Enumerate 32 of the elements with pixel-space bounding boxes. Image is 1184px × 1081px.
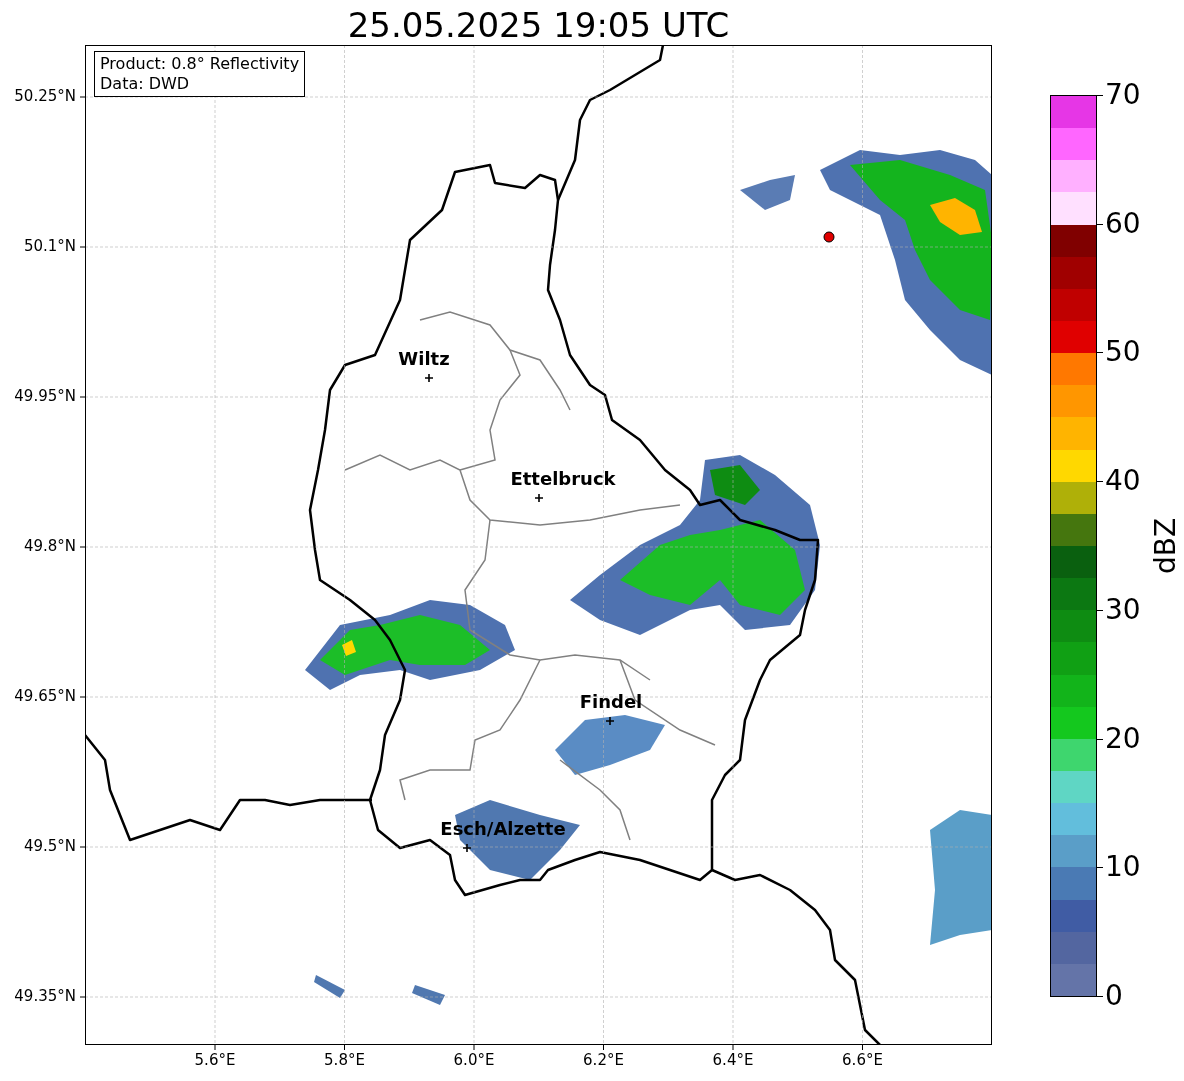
axis-tick-label: 6.4°E xyxy=(711,1053,755,1068)
colorbar-tick-label: 30 xyxy=(1105,595,1141,624)
axis-tick-label: 49.8°N xyxy=(22,539,76,554)
colorbar-tick-label: 0 xyxy=(1105,982,1123,1010)
axis-tick-label: 6.0°E xyxy=(452,1053,496,1068)
chart-title: 25.05.2025 19:05 UTC xyxy=(346,8,731,42)
axis-tick-label: 5.6°E xyxy=(193,1053,237,1068)
city-marker-icon xyxy=(463,844,471,852)
city-label: Findel xyxy=(579,693,643,711)
colorbar-tick-label: 50 xyxy=(1105,338,1141,367)
axis-tick-label: 49.95°N xyxy=(13,389,76,404)
colorbar-tick-label: 10 xyxy=(1105,853,1141,882)
axis-tick-label: 50.1°N xyxy=(22,239,76,254)
colorbar-tick-label: 70 xyxy=(1105,81,1141,109)
info-text: Data: DWD xyxy=(100,74,191,94)
axis-tick-label: 49.5°N xyxy=(22,839,76,854)
colorbar-label: dBZ xyxy=(1152,517,1181,575)
city-marker-icon xyxy=(606,717,614,725)
axis-tick-label: 6.6°E xyxy=(841,1053,884,1068)
city-marker-icon xyxy=(425,374,433,382)
city-marker-icon xyxy=(535,494,543,502)
colorbar-tick-label: 40 xyxy=(1105,467,1141,496)
city-label: Ettelbruck xyxy=(510,470,616,488)
axis-tick-label: 6.2°E xyxy=(582,1053,625,1068)
city-label: Wiltz xyxy=(398,350,450,368)
axis-tick-label: 5.8°E xyxy=(323,1053,366,1068)
axis-tick-label: 50.25°N xyxy=(13,89,76,104)
axis-tick-label: 49.35°N xyxy=(13,989,76,1004)
colorbar-tick-label: 20 xyxy=(1105,724,1141,753)
info-text: Product: 0.8° Reflectivity xyxy=(100,54,300,74)
axis-tick-label: 49.65°N xyxy=(13,689,76,704)
colorbar-tick-label: 60 xyxy=(1105,209,1141,238)
